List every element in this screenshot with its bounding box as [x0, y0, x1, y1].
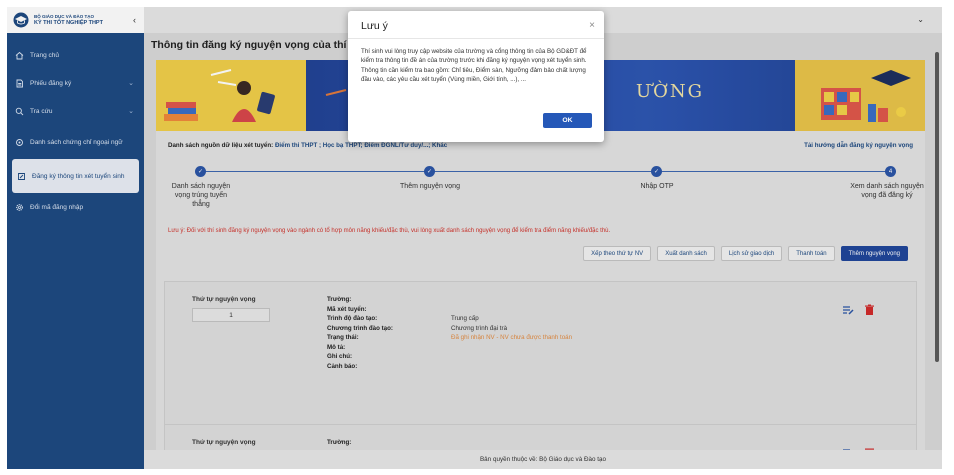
ok-button[interactable]: OK	[543, 113, 592, 128]
dialog-body: Thí sinh vui lòng truy cập website của t…	[361, 47, 593, 84]
dialog-title: Lưu ý	[361, 20, 388, 32]
dialog-paragraph: Thông tin cần kiểm tra bao gồm: Chỉ tiêu…	[361, 66, 586, 83]
close-icon[interactable]: ×	[589, 20, 595, 31]
dialog-paragraph: Thí sinh vui lòng truy cập website của t…	[361, 48, 587, 65]
notice-dialog: Lưu ý × Thí sinh vui lòng truy cập websi…	[348, 11, 604, 142]
